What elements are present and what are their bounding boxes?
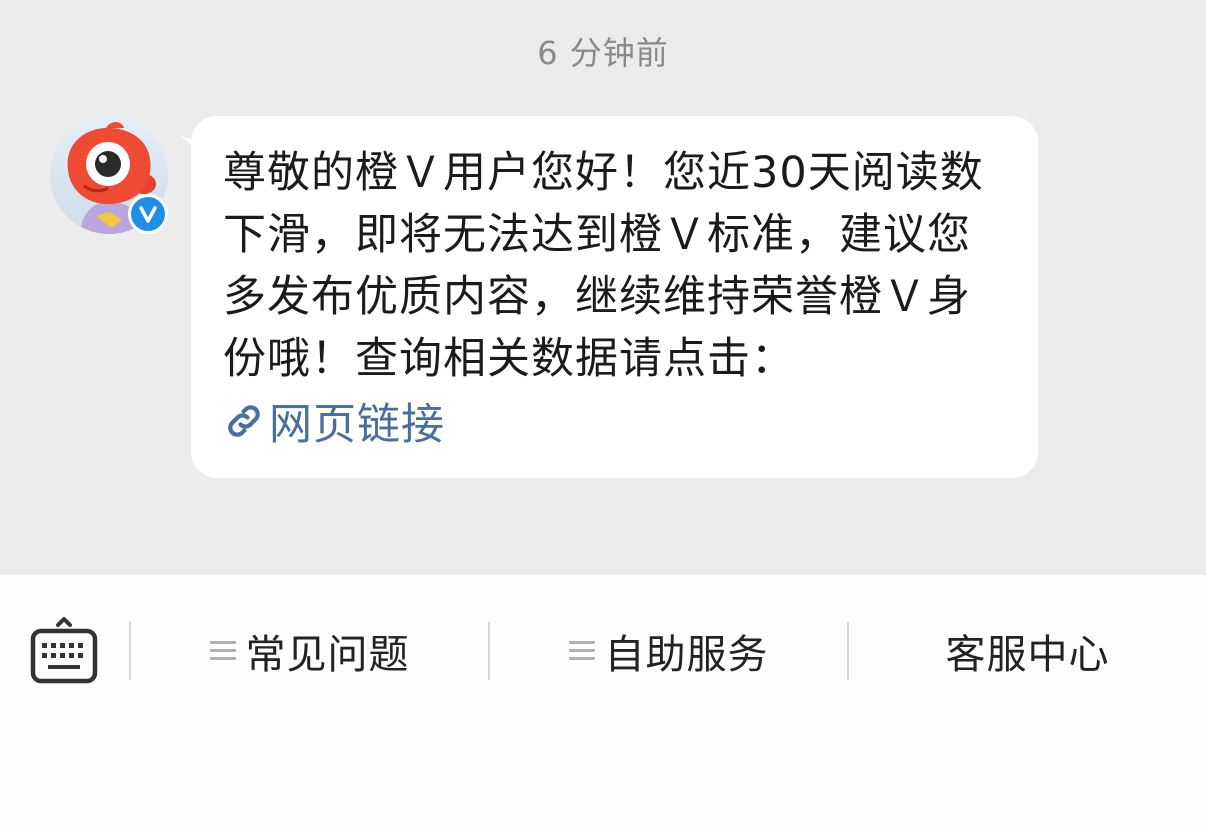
menu-lines-icon <box>568 641 595 661</box>
menu-lines-icon <box>209 641 236 661</box>
message-bubble: 尊敬的橙Ｖ用户您好！您近30天阅读数下滑，即将无法达到橙Ｖ标准，建议您多发布优质… <box>179 116 1038 478</box>
message-text: 尊敬的橙Ｖ用户您好！您近30天阅读数下滑，即将无法达到橙Ｖ标准，建议您多发布优质… <box>223 148 984 384</box>
message-timestamp: 6 分钟前 <box>537 34 669 72</box>
bottom-toolbar: 常见问题 自助服务 客服中心 <box>0 575 1206 827</box>
verified-v-icon <box>131 197 165 231</box>
chat-area: 6 分钟前 尊敬的橙Ｖ用户您好！您近30天阅读数下滑，即将无法达到橙Ｖ标准，建议… <box>0 0 1206 575</box>
menu-self-service-button[interactable]: 自助服务 <box>490 615 847 687</box>
web-link-label: 网页链接 <box>269 400 445 450</box>
verified-badge <box>128 194 168 234</box>
menu-faq-button[interactable]: 常见问题 <box>131 615 488 687</box>
link-icon <box>228 405 260 437</box>
sender-avatar[interactable] <box>50 116 168 234</box>
bubble-tail <box>179 134 203 156</box>
menu-self-service-label: 自助服务 <box>604 632 769 678</box>
menu-customer-service-button[interactable]: 客服中心 <box>849 615 1206 687</box>
menu-customer-service-label: 客服中心 <box>945 632 1110 678</box>
keyboard-icon[interactable] <box>28 611 100 691</box>
menu-faq-label: 常见问题 <box>245 632 410 678</box>
web-link[interactable]: 网页链接 <box>223 390 1008 452</box>
